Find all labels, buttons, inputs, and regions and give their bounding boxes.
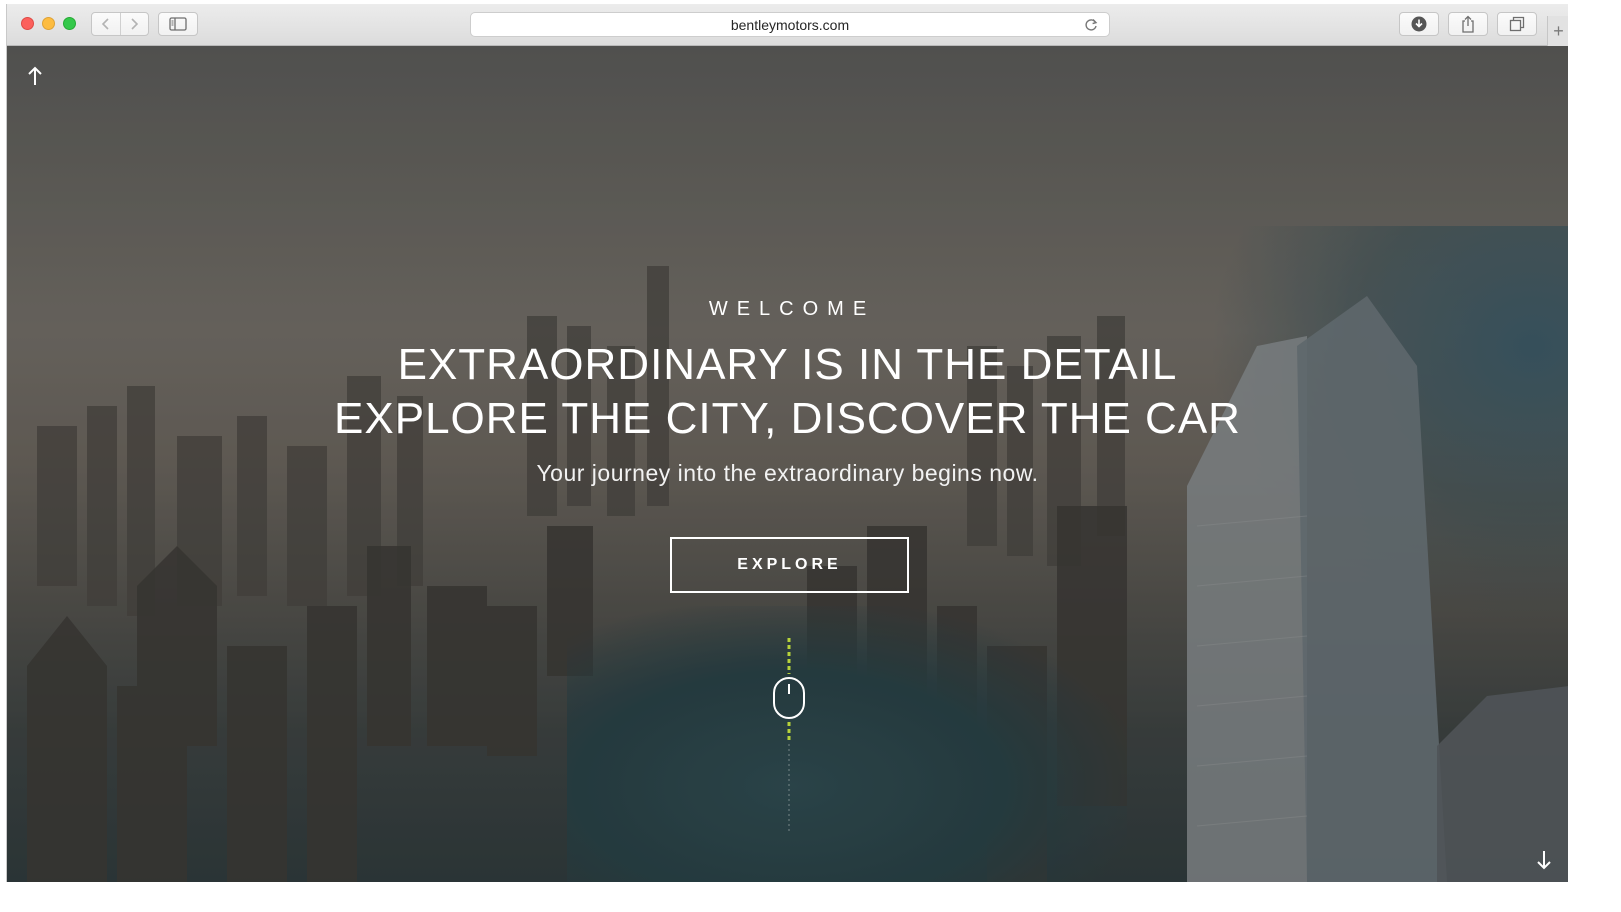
reload-icon[interactable]: [1083, 17, 1099, 33]
browser-window: bentleymotors.com + WELCOME EXTRAORDINAR…: [6, 4, 1568, 882]
downloads-button[interactable]: [1399, 12, 1439, 36]
arrow-down-icon[interactable]: [1534, 848, 1554, 872]
minimize-window-button[interactable]: [42, 17, 55, 30]
close-window-button[interactable]: [21, 17, 34, 30]
new-tab-button[interactable]: +: [1547, 16, 1568, 46]
chevron-left-icon: [101, 18, 109, 30]
explore-button[interactable]: EXPLORE: [670, 537, 909, 593]
browser-toolbar: bentleymotors.com +: [7, 4, 1568, 46]
sidebar-toggle-button[interactable]: [158, 12, 198, 36]
forward-button[interactable]: [119, 13, 148, 35]
back-button[interactable]: [92, 13, 120, 35]
tabs-overview-icon: [1509, 16, 1525, 32]
welcome-eyebrow: WELCOME: [708, 298, 876, 320]
navigation-buttons: [91, 12, 149, 36]
hero-subheading: Your journey into the extraordinary begi…: [536, 460, 1039, 486]
headline-line-1: EXTRAORDINARY IS IN THE DETAIL: [397, 340, 1178, 389]
address-bar[interactable]: bentleymotors.com: [470, 12, 1110, 37]
share-icon: [1462, 15, 1474, 33]
download-icon: [1411, 16, 1427, 32]
hero-section: WELCOME EXTRAORDINARY IS IN THE DETAIL E…: [7, 46, 1568, 882]
headline-line-2: EXPLORE THE CITY, DISCOVER THE CAR: [334, 394, 1241, 443]
share-button[interactable]: [1448, 12, 1488, 36]
scroll-hint[interactable]: [769, 634, 809, 834]
chevron-right-icon: [131, 18, 139, 30]
sidebar-icon: [169, 17, 187, 31]
hero-headline: EXTRAORDINARY IS IN THE DETAIL EXPLORE T…: [7, 338, 1568, 446]
address-url: bentleymotors.com: [730, 16, 850, 33]
maximize-window-button[interactable]: [63, 17, 76, 30]
plus-icon: +: [1553, 20, 1564, 41]
show-all-tabs-button[interactable]: [1497, 12, 1537, 36]
